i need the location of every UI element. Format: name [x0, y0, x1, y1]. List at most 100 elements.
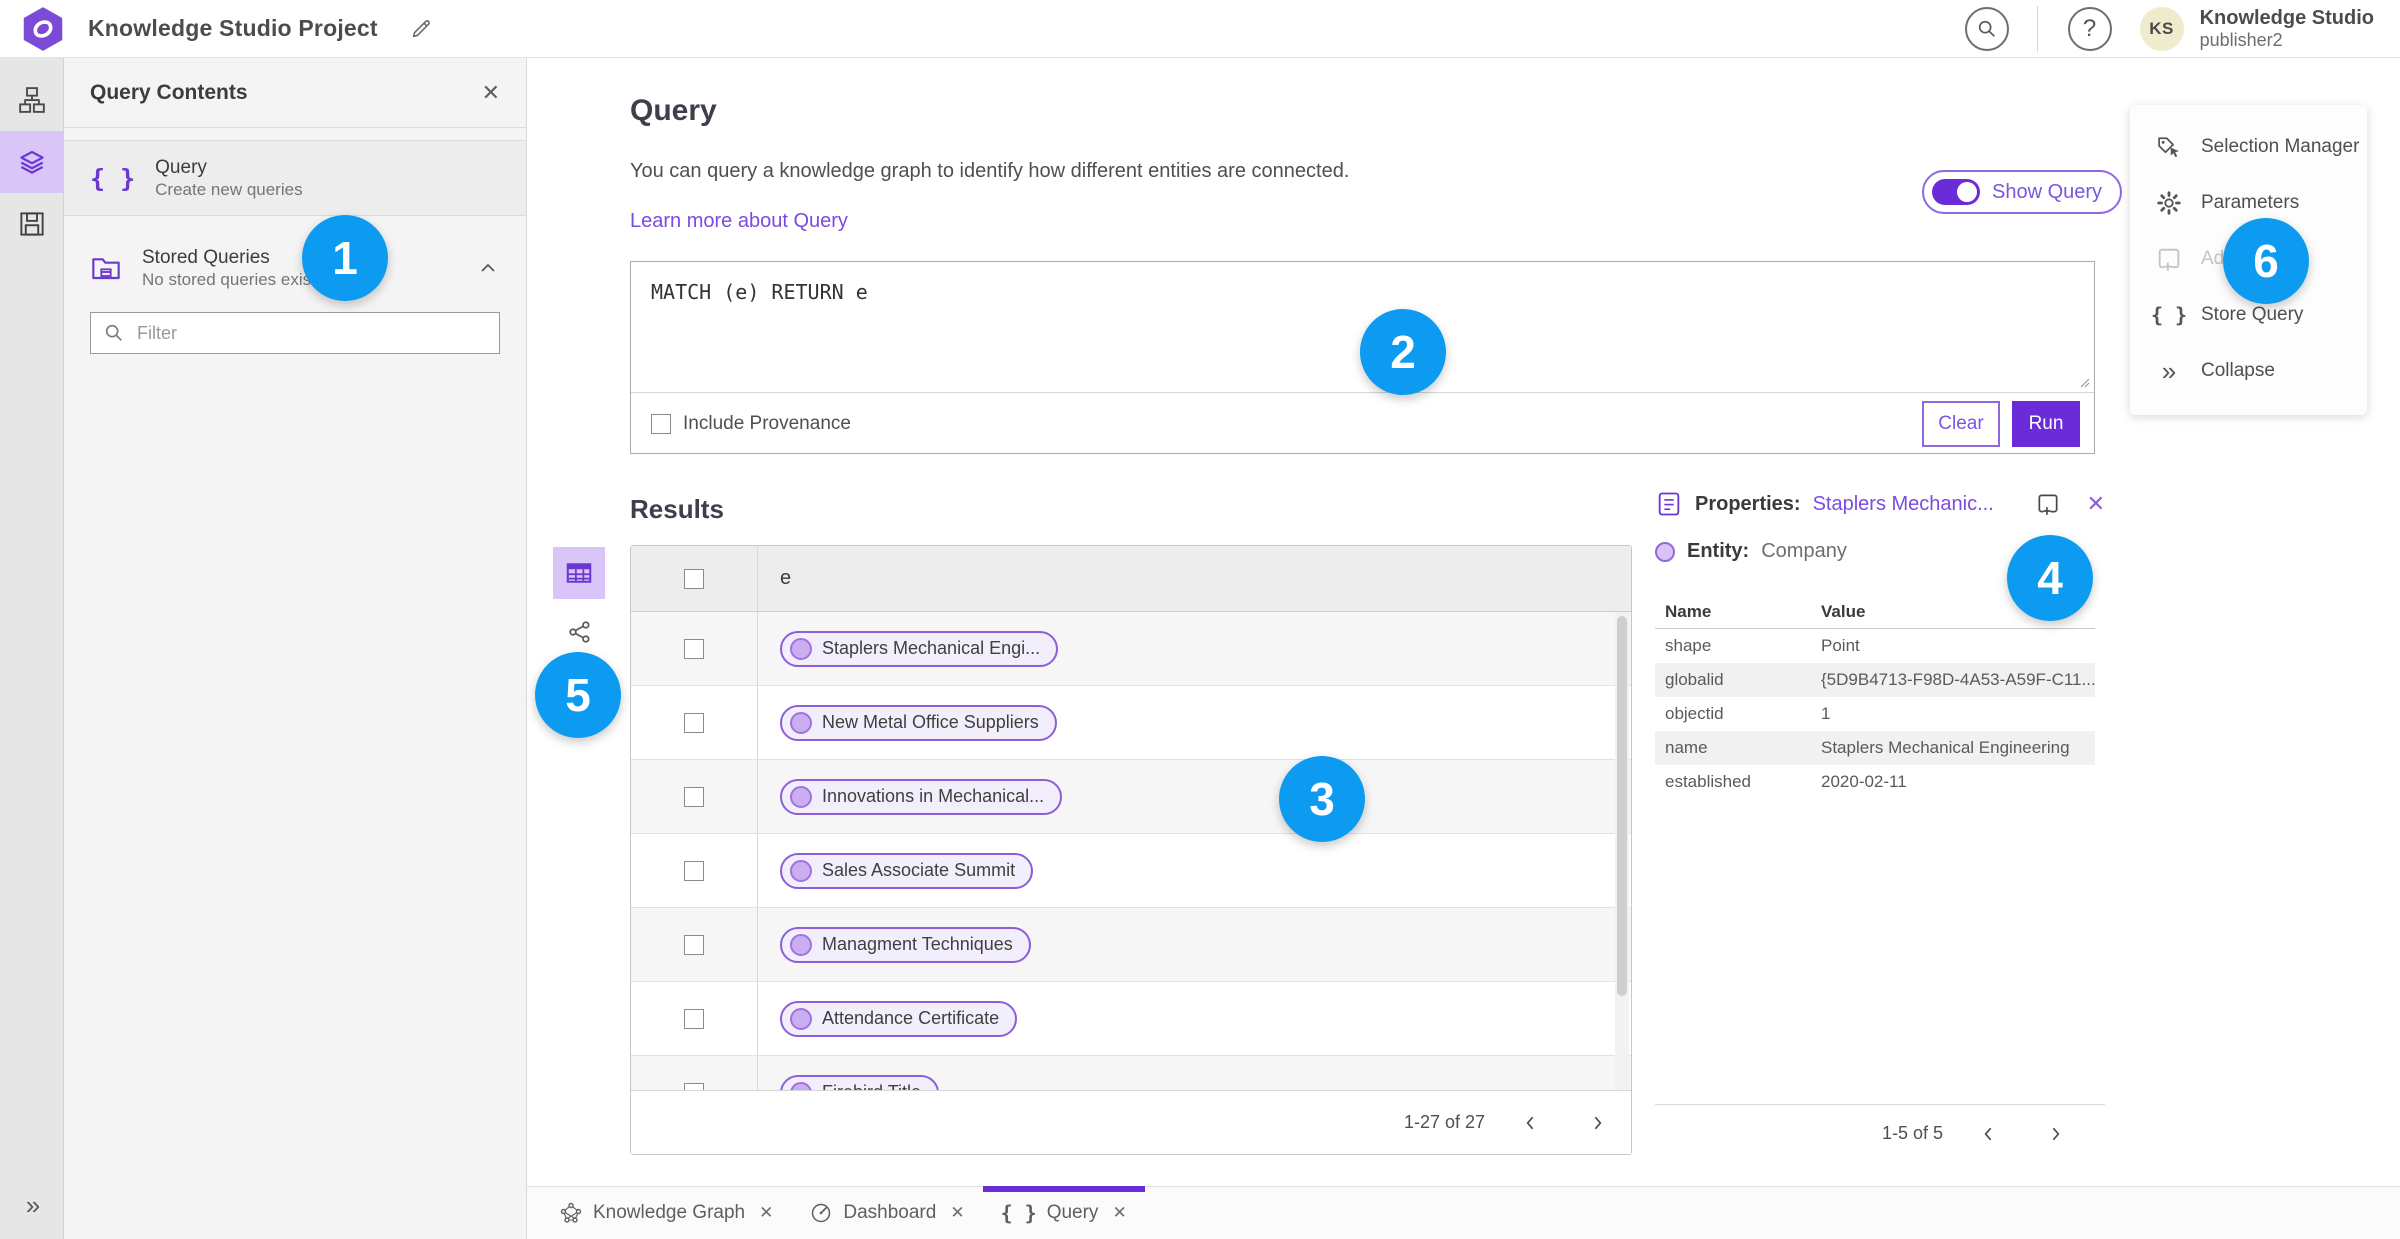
chevron-left-icon	[1984, 1127, 1992, 1140]
entity-pill[interactable]: Innovations in Mechanical...	[780, 778, 1063, 815]
clear-button[interactable]: Clear	[1922, 400, 2000, 447]
property-row[interactable]: name Staplers Mechanical Engineering	[1655, 731, 2095, 765]
property-row[interactable]: established 2020-02-11	[1655, 765, 2095, 799]
properties-next-page-button[interactable]	[2035, 1114, 2075, 1154]
include-provenance-label: Include Provenance	[683, 412, 851, 434]
toggle-knob	[1957, 182, 1977, 202]
annotation-badge-4: 4	[2007, 535, 2093, 621]
query-item-label: Query	[155, 156, 207, 178]
main-content: Query You can query a knowledge graph to…	[527, 58, 2400, 1186]
data-model-button[interactable]	[0, 69, 64, 131]
query-item[interactable]: { } Query Create new queries	[64, 140, 526, 216]
properties-header: Properties: Staplers Mechanic... ✕	[1655, 490, 2105, 518]
help-button[interactable]: ?	[2067, 6, 2112, 51]
tab-dashboard[interactable]: Dashboard ✕	[791, 1187, 982, 1239]
tab-query[interactable]: { } Query ✕	[982, 1186, 1145, 1239]
show-query-toggle[interactable]: Show Query	[1922, 170, 2123, 214]
resize-grip-icon[interactable]	[2078, 376, 2090, 388]
row-checkbox[interactable]	[684, 712, 704, 733]
expand-strip-button[interactable]: »	[0, 1190, 64, 1221]
annotation-badge-2: 2	[1360, 309, 1446, 395]
left-icon-strip: »	[0, 58, 64, 1239]
property-row[interactable]: globalid {5D9B4713-F98D-4A53-A59F-C11...	[1655, 663, 2095, 697]
query-item-sub: Create new queries	[155, 180, 303, 200]
results-scrollbar[interactable]	[1615, 612, 1629, 1091]
query-code-area[interactable]: MATCH (e) RETURN e	[631, 262, 2094, 392]
link-chart-view-button[interactable]	[561, 613, 599, 651]
close-tab-icon[interactable]: ✕	[759, 1203, 773, 1223]
scrollbar-thumb[interactable]	[1617, 616, 1627, 996]
property-row[interactable]: objectid 1	[1655, 697, 2095, 731]
table-row[interactable]: Firebird Title	[631, 1056, 1631, 1091]
layers-button[interactable]	[0, 131, 64, 193]
tab-knowledge-graph[interactable]: Knowledge Graph ✕	[541, 1187, 791, 1239]
row-checkbox[interactable]	[684, 934, 704, 955]
editor-actions: Include Provenance Clear Run	[631, 392, 2094, 454]
entity-pill[interactable]: Firebird Title	[780, 1074, 940, 1091]
add-in-new-icon	[2158, 248, 2180, 271]
edit-title-icon[interactable]	[408, 16, 434, 42]
table-icon	[566, 563, 592, 583]
stored-queries-item[interactable]: Stored Queries No stored queries exist	[64, 232, 526, 304]
table-row[interactable]: New Metal Office Suppliers	[631, 686, 1631, 760]
entity-dot-icon	[790, 1007, 812, 1030]
table-row[interactable]: Attendance Certificate	[631, 982, 1631, 1056]
filter-field[interactable]	[90, 312, 500, 354]
close-properties-icon[interactable]: ✕	[2087, 491, 2105, 517]
close-panel-icon[interactable]: ✕	[482, 80, 500, 106]
property-row[interactable]: shape Point	[1655, 629, 2095, 663]
entity-pill[interactable]: Attendance Certificate	[780, 1000, 1018, 1037]
entity-pill[interactable]: Staplers Mechanical Engi...	[780, 630, 1059, 667]
filter-search-icon	[105, 324, 122, 341]
user-role: publisher2	[2199, 29, 2283, 50]
search-button[interactable]	[1964, 6, 2009, 51]
chevron-left-icon	[1526, 1116, 1534, 1129]
avatar[interactable]: KS	[2139, 6, 2184, 51]
table-row[interactable]: Sales Associate Summit	[631, 834, 1631, 908]
row-checkbox[interactable]	[684, 786, 704, 807]
query-contents-titlebar: Query Contents ✕	[64, 58, 526, 128]
row-checkbox[interactable]	[684, 638, 704, 659]
row-checkbox[interactable]	[684, 1008, 704, 1029]
chevron-up-icon[interactable]	[476, 256, 500, 280]
annotation-badge-5: 5	[535, 652, 621, 738]
data-model-icon	[19, 87, 45, 113]
results-table-header: e	[631, 546, 1631, 612]
entity-dot-icon	[790, 637, 812, 660]
menu-item-selection-manager[interactable]: Selection Manager	[2130, 119, 2367, 175]
table-view-button[interactable]	[553, 547, 605, 599]
select-all-checkbox[interactable]	[684, 568, 704, 589]
search-icon	[1978, 20, 1995, 37]
chevron-right-icon	[2052, 1127, 2060, 1140]
properties-icon	[1658, 492, 1680, 516]
properties-entity-link[interactable]: Staplers Mechanic...	[1813, 493, 1994, 516]
table-row[interactable]: Managment Techniques	[631, 908, 1631, 982]
close-tab-icon[interactable]: ✕	[950, 1203, 964, 1223]
results-prev-page-button[interactable]	[1511, 1103, 1551, 1143]
knowledge-studio-app: Knowledge Studio Project ? KS Knowledge …	[0, 0, 2400, 1239]
results-table: e Staplers Mechanical Engi... New Metal …	[630, 545, 1632, 1155]
results-next-page-button[interactable]	[1577, 1103, 1617, 1143]
properties-prev-page-button[interactable]	[1969, 1114, 2009, 1154]
table-row[interactable]: Innovations in Mechanical...	[631, 760, 1631, 834]
learn-more-link[interactable]: Learn more about Query	[630, 210, 848, 233]
add-in-new-icon[interactable]	[2035, 491, 2061, 517]
entity-pill[interactable]: Sales Associate Summit	[780, 852, 1034, 889]
row-checkbox[interactable]	[684, 860, 704, 881]
save-button[interactable]	[0, 193, 64, 255]
dashboard-icon	[812, 1203, 831, 1223]
include-provenance-checkbox[interactable]	[651, 413, 671, 434]
properties-table: Name Value shape Point globalid {5D9B471…	[1655, 595, 2095, 799]
menu-item-collapse[interactable]: » Collapse	[2130, 343, 2367, 399]
filter-input[interactable]	[137, 322, 487, 344]
table-row[interactable]: Staplers Mechanical Engi...	[631, 612, 1631, 686]
panel-title: Query Contents	[90, 80, 248, 104]
entity-dot-icon	[790, 711, 812, 734]
close-tab-icon[interactable]: ✕	[1112, 1203, 1126, 1223]
properties-pagination: 1-5 of 5	[1655, 1104, 2105, 1162]
braces-icon: { }	[1000, 1201, 1037, 1225]
entity-pill[interactable]: Managment Techniques	[780, 926, 1031, 963]
run-button[interactable]: Run	[2012, 400, 2080, 447]
toggle-switch[interactable]	[1932, 179, 1980, 205]
entity-pill[interactable]: New Metal Office Suppliers	[780, 704, 1057, 741]
